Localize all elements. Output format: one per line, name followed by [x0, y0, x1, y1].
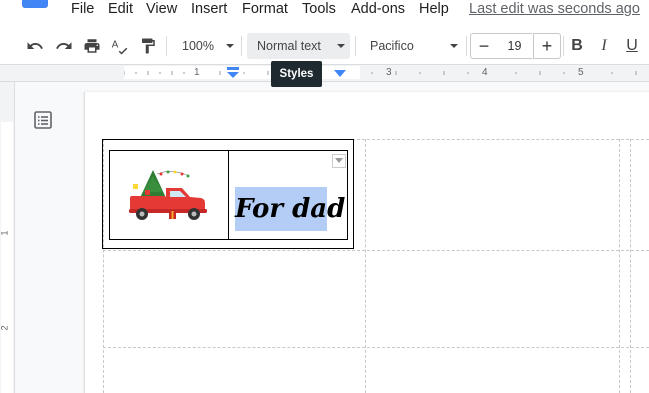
vertical-ruler[interactable]: 1 2	[0, 82, 15, 393]
christmas-truck-icon[interactable]	[127, 166, 213, 224]
table-gridline	[630, 139, 631, 393]
chevron-down-icon	[336, 44, 345, 48]
menu-file[interactable]: File	[71, 0, 94, 18]
font-select[interactable]: Pacifico	[362, 34, 462, 58]
docs-logo-icon[interactable]	[22, 0, 48, 8]
table-gridline	[103, 250, 649, 251]
font-value: Pacifico	[370, 39, 414, 53]
table-gridline	[103, 347, 649, 348]
redo-icon	[56, 42, 72, 49]
ruler-number: 3	[386, 67, 392, 78]
right-indent-marker-icon[interactable]	[334, 70, 346, 79]
menu-view[interactable]: View	[146, 0, 177, 18]
menu-tools[interactable]: Tools	[302, 0, 336, 18]
toolbar-divider	[466, 36, 467, 56]
ruler-ticks	[124, 71, 341, 75]
print-icon	[84, 39, 100, 53]
style-select[interactable]: Normal text	[247, 33, 350, 59]
menu-help[interactable]: Help	[419, 0, 449, 18]
italic-button[interactable]: I	[592, 34, 616, 58]
ruler-ticks	[371, 71, 637, 75]
toolbar: A 100% Normal text Pacifico − 19 + B I U	[0, 26, 649, 65]
table-gridline	[619, 139, 620, 393]
undo-button[interactable]	[23, 34, 47, 58]
menu-bar: File Edit View Insert Format Tools Add-o…	[0, 0, 649, 26]
ruler-number: 2	[0, 325, 10, 331]
chevron-down-icon	[225, 44, 234, 48]
spellcheck-button[interactable]: A	[108, 34, 132, 58]
vertical-ruler-text-area	[1, 122, 13, 393]
zoom-value: 100%	[182, 39, 214, 53]
font-size-input[interactable]: 19	[497, 33, 532, 59]
toolbar-divider	[241, 36, 242, 56]
table-gridline	[365, 139, 366, 393]
svg-text:A: A	[112, 40, 119, 51]
cell-menu-button[interactable]	[332, 154, 346, 168]
style-value: Normal text	[257, 39, 321, 53]
styles-tooltip: Styles	[271, 61, 322, 87]
menu-format[interactable]: Format	[242, 0, 288, 18]
print-button[interactable]	[80, 34, 104, 58]
zoom-select[interactable]: 100%	[174, 34, 236, 58]
document-outline-icon[interactable]	[33, 110, 53, 130]
horizontal-ruler[interactable]: 1 2 3 4 5	[0, 65, 649, 82]
decrease-font-size-button[interactable]: −	[470, 33, 498, 59]
toolbar-divider	[166, 36, 167, 56]
paint-format-icon	[142, 38, 155, 54]
ruler-number: 4	[482, 67, 488, 78]
menu-addons[interactable]: Add-ons	[351, 0, 405, 18]
paint-format-button[interactable]	[136, 34, 160, 58]
indent-marker-icon[interactable]	[226, 67, 240, 79]
menu-insert[interactable]: Insert	[191, 0, 227, 18]
toolbar-divider	[563, 36, 564, 56]
bold-button[interactable]: B	[565, 34, 589, 58]
ruler-number: 5	[578, 67, 584, 78]
ruler-number: 1	[0, 230, 10, 236]
redo-button[interactable]	[52, 34, 76, 58]
ruler-number: 1	[194, 67, 200, 78]
chevron-down-icon	[449, 44, 458, 48]
menu-edit[interactable]: Edit	[108, 0, 133, 18]
underline-button[interactable]: U	[620, 34, 644, 58]
increase-font-size-button[interactable]: +	[533, 33, 561, 59]
spellcheck-icon: A	[112, 40, 128, 55]
undo-icon	[27, 42, 43, 49]
toolbar-divider	[355, 36, 356, 56]
selected-cell-text[interactable]: For dad	[235, 187, 345, 231]
last-edit-link[interactable]: Last edit was seconds ago	[469, 0, 640, 18]
chevron-down-icon	[335, 158, 343, 163]
